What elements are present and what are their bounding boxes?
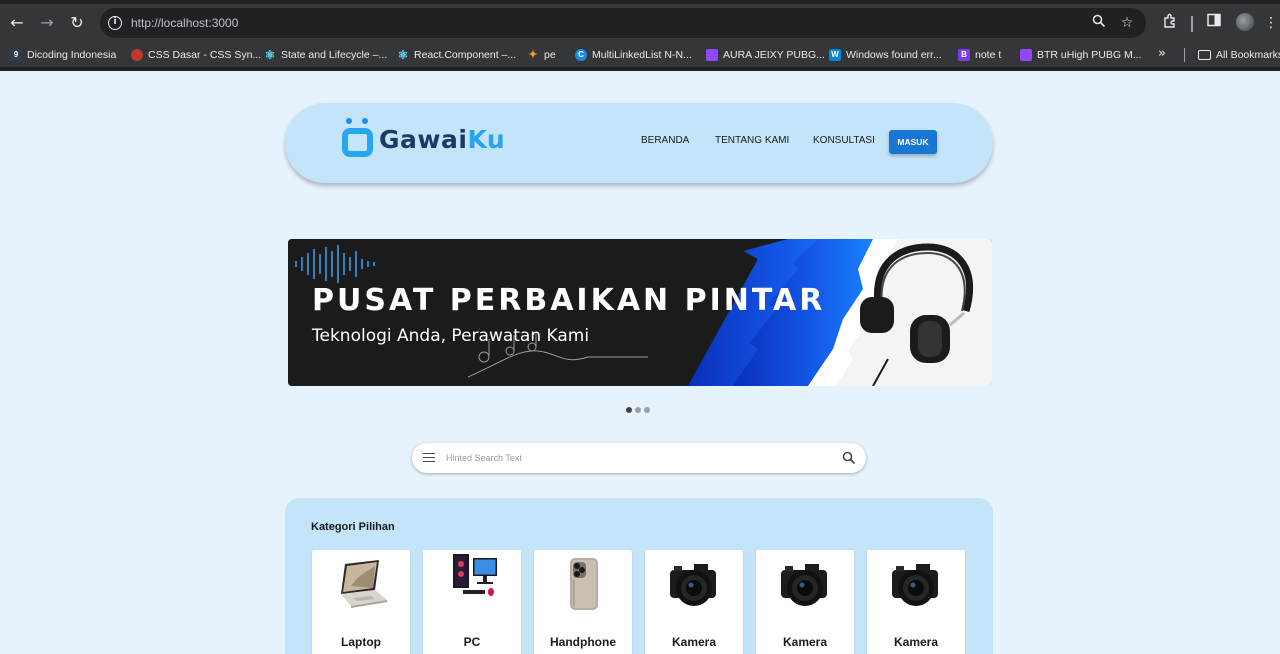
zoom-icon[interactable] xyxy=(1090,14,1108,32)
bookmark-label: pe xyxy=(544,49,556,61)
category-card-kamera[interactable]: Kamera xyxy=(867,550,965,654)
bookmark-label: BTR uHigh PUBG M... xyxy=(1037,49,1142,61)
category-label: Handphone xyxy=(550,635,616,649)
all-bookmarks-label: All Bookmarks xyxy=(1216,49,1280,61)
css-icon xyxy=(131,49,143,61)
category-label: Kamera xyxy=(671,635,717,649)
all-bookmarks-button[interactable]: All Bookmarks xyxy=(1198,47,1280,63)
laptop-icon xyxy=(341,560,387,608)
bookmark-item[interactable]: AURA JEIXY PUBG... xyxy=(706,47,825,63)
bookmark-item[interactable]: CSS Dasar - CSS Syn... xyxy=(131,47,261,63)
camera-icon xyxy=(670,564,716,606)
bookmark-label: MultiLinkedList N-N... xyxy=(592,49,692,61)
nav-beranda[interactable]: BERANDA xyxy=(641,135,689,146)
c-icon: C xyxy=(575,49,587,61)
carousel-dot[interactable] xyxy=(626,407,632,413)
browser-chrome: ← → ↻ i http://localhost:3000 ☆ ⋮ 9 Dico… xyxy=(0,0,1280,71)
hamburger-menu-icon[interactable] xyxy=(423,453,435,462)
camera-icon xyxy=(892,564,938,606)
b-icon: B xyxy=(958,49,970,61)
pe-icon: ✦ xyxy=(528,49,538,61)
bookmark-item[interactable]: B note t xyxy=(958,47,1001,63)
category-card-kamera[interactable]: Kamera xyxy=(645,550,743,654)
camera-icon xyxy=(781,564,827,606)
search-bar xyxy=(412,443,866,473)
react-icon: ⚛ xyxy=(397,48,409,62)
banner-title: PUSAT PERBAIKAN PINTAR xyxy=(312,283,826,318)
bookmark-label: note t xyxy=(975,49,1002,61)
bookmark-item[interactable]: BTR uHigh PUBG M... xyxy=(1020,47,1141,63)
dicoding-icon: 9 xyxy=(10,49,22,61)
pc-icon xyxy=(453,554,497,596)
bookmark-item[interactable]: W Windows found err... xyxy=(829,47,942,63)
more-bookmarks-icon[interactable]: » xyxy=(1158,46,1166,61)
site-header: GawaiKu BERANDA TENTANG KAMI KONSULTASI … xyxy=(285,103,993,183)
category-label: Kamera xyxy=(893,635,939,649)
category-section: Kategori Pilihan Laptop PC Handphone Kam… xyxy=(285,498,993,654)
bookmark-item[interactable]: 9 Dicoding Indonesia xyxy=(10,47,116,63)
react-icon: ⚛ xyxy=(264,48,276,62)
address-bar[interactable]: i http://localhost:3000 ☆ xyxy=(100,8,1146,38)
login-button[interactable]: MASUK xyxy=(889,130,937,154)
folder-icon xyxy=(1198,50,1211,60)
back-icon[interactable]: ← xyxy=(6,12,28,34)
nav-konsultasi[interactable]: KONSULTASI xyxy=(813,135,875,146)
logo-text-main: Gawai xyxy=(379,125,468,154)
nav-tentang-kami[interactable]: TENTANG KAMI xyxy=(715,135,789,146)
extensions-icon[interactable] xyxy=(1160,13,1180,33)
category-label: Kamera xyxy=(782,635,828,649)
side-panel-icon[interactable] xyxy=(1204,13,1224,33)
w-icon: W xyxy=(829,49,841,61)
category-label: Laptop xyxy=(341,635,381,649)
logo-icon xyxy=(340,118,375,158)
bookmark-label: CSS Dasar - CSS Syn... xyxy=(148,49,262,61)
twitch-icon xyxy=(706,49,718,61)
bookmarks-separator xyxy=(1184,48,1185,62)
banner-subtitle: Teknologi Anda, Perawatan Kami xyxy=(312,326,590,346)
category-card-kamera[interactable]: Kamera xyxy=(756,550,854,654)
site-info-icon[interactable]: i xyxy=(108,16,122,30)
bookmark-label: React.Component –... xyxy=(414,49,517,61)
carousel-dot[interactable] xyxy=(644,407,650,413)
bookmark-item[interactable]: ✦ pe xyxy=(527,47,556,63)
bookmark-item[interactable]: ⚛ React.Component –... xyxy=(397,47,517,63)
bookmark-label: State and Lifecycle –... xyxy=(281,49,388,61)
reload-icon[interactable]: ↻ xyxy=(66,12,88,34)
menu-kebab-icon[interactable]: ⋮ xyxy=(1264,13,1278,33)
category-card-laptop[interactable]: Laptop xyxy=(312,550,410,654)
search-input[interactable] xyxy=(446,450,826,466)
bookmark-label: Dicoding Indonesia xyxy=(27,49,117,61)
bookmark-star-icon[interactable]: ☆ xyxy=(1118,14,1136,32)
browser-toolbar: ← → ↻ i http://localhost:3000 ☆ ⋮ xyxy=(0,4,1280,42)
bookmark-item[interactable]: C MultiLinkedList N-N... xyxy=(575,47,692,63)
logo-text-accent: Ku xyxy=(467,125,506,154)
profile-avatar[interactable] xyxy=(1236,13,1254,31)
forward-icon[interactable]: → xyxy=(36,12,58,34)
search-icon[interactable] xyxy=(842,450,856,465)
site-logo[interactable]: GawaiKu xyxy=(340,118,505,158)
bookmark-label: Windows found err... xyxy=(846,49,942,61)
category-title: Kategori Pilihan xyxy=(311,521,395,533)
logo-text: GawaiKu xyxy=(379,125,505,154)
phone-icon xyxy=(570,558,598,610)
bookmarks-bar: 9 Dicoding Indonesia CSS Dasar - CSS Syn… xyxy=(0,42,1280,67)
carousel-indicators xyxy=(626,407,650,413)
category-label: PC xyxy=(463,635,481,649)
hero-banner[interactable]: PUSAT PERBAIKAN PINTAR Teknologi Anda, P… xyxy=(288,239,992,386)
category-card-pc[interactable]: PC xyxy=(423,550,521,654)
url-text[interactable]: http://localhost:3000 xyxy=(131,16,238,30)
category-card-handphone[interactable]: Handphone xyxy=(534,550,632,654)
bookmark-label: AURA JEIXY PUBG... xyxy=(723,49,825,61)
carousel-dot[interactable] xyxy=(635,407,641,413)
twitch-icon xyxy=(1020,49,1032,61)
toolbar-separator xyxy=(1191,16,1193,32)
bookmark-item[interactable]: ⚛ State and Lifecycle –... xyxy=(264,47,388,63)
